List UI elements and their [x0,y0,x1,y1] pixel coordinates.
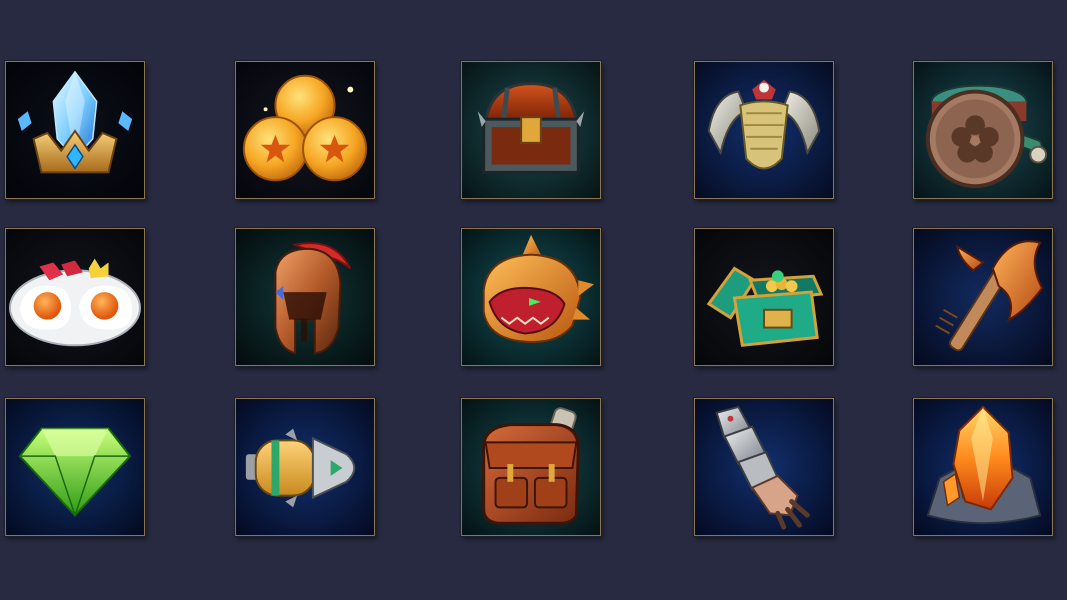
inventory-grid [0,0,1067,600]
battle-axe-slot[interactable] [913,228,1053,366]
rocket-capsule-slot[interactable] [235,398,375,536]
treasure-chest-slot[interactable] [461,61,601,199]
green-gem-icon [6,399,144,535]
gold-coins-icon [236,62,374,198]
spartan-helmet-slot[interactable] [235,228,375,366]
winged-pauldron-slot[interactable] [694,61,834,199]
treasure-chest-icon [462,62,600,198]
jade-treasure-box-slot[interactable] [694,228,834,366]
spartan-helmet-icon [236,229,374,365]
crystal-crown-icon [6,62,144,198]
winged-pauldron-icon [695,62,833,198]
fried-eggs-plate-slot[interactable] [5,228,145,366]
dragon-helmet-slot[interactable] [461,228,601,366]
battle-axe-icon [914,229,1052,365]
war-drum-slot[interactable] [913,61,1053,199]
fried-eggs-plate-icon [6,229,144,365]
green-gem-slot[interactable] [5,398,145,536]
war-drum-icon [914,62,1052,198]
leather-backpack-icon [462,399,600,535]
armored-gauntlet-slot[interactable] [694,398,834,536]
gold-coins-slot[interactable] [235,61,375,199]
rocket-capsule-icon [236,399,374,535]
crystal-crown-slot[interactable] [5,61,145,199]
armored-gauntlet-icon [695,399,833,535]
fire-crystal-rock-slot[interactable] [913,398,1053,536]
dragon-helmet-icon [462,229,600,365]
fire-crystal-rock-icon [914,399,1052,535]
jade-treasure-box-icon [695,229,833,365]
leather-backpack-slot[interactable] [461,398,601,536]
